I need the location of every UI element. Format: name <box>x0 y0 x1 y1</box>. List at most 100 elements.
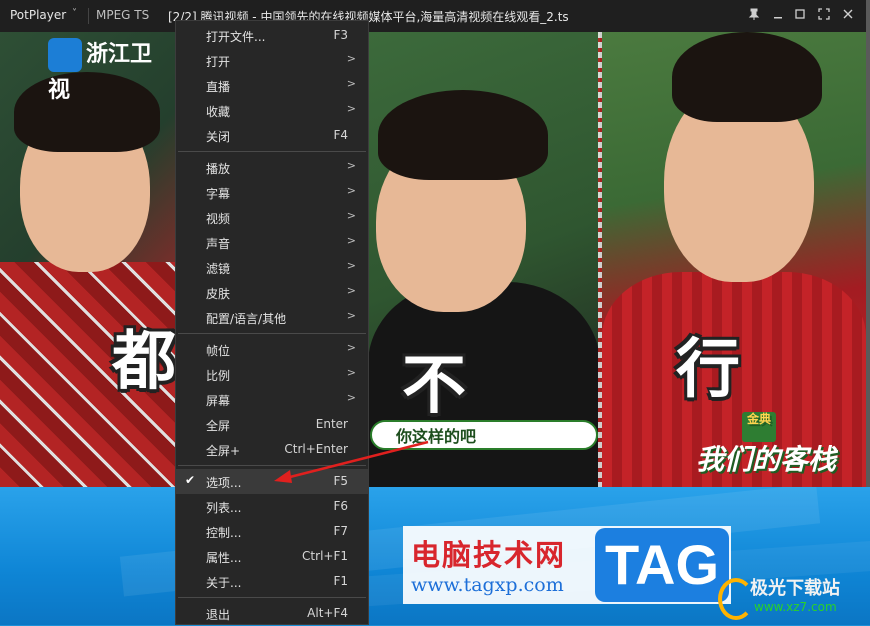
menu-item-label: 关于... <box>206 576 242 590</box>
caption-char: 不 <box>402 349 466 423</box>
app-menu-button[interactable]: PotPlayer <box>10 8 66 22</box>
watermark-url: www.tagxp.com <box>411 574 564 596</box>
annotation-arrow-icon <box>274 440 429 483</box>
menu-separator <box>178 333 366 334</box>
chevron-right-icon: > <box>346 234 356 247</box>
site-watermark: 电脑技术网 www.tagxp.com TAG <box>403 526 731 604</box>
window-edge <box>866 0 870 487</box>
menu-item-label: 皮肤 <box>206 287 231 301</box>
menu-item[interactable]: 退出 Alt+F4 <box>176 601 368 626</box>
aurora-logo-icon <box>718 578 754 620</box>
channel-logo: 浙江卫视 <box>48 36 168 103</box>
show-logo: 金典 我们的客栈 <box>696 408 836 487</box>
caption-char: 都 <box>112 325 176 399</box>
menu-item[interactable]: 皮肤 > <box>176 280 368 305</box>
video-panel-left: 浙江卫视 <box>0 32 180 487</box>
menu-item-shortcut: Ctrl+F1 <box>302 549 348 563</box>
menu-item-label: 播放 <box>206 162 231 176</box>
close-icon[interactable] <box>838 6 858 26</box>
minimize-icon[interactable] <box>768 6 788 26</box>
menu-item-label: 收藏 <box>206 105 231 119</box>
menu-item[interactable]: 视频 > <box>176 205 368 230</box>
person-hair <box>14 72 160 152</box>
menu-item[interactable]: 滤镜 > <box>176 255 368 280</box>
menu-item-label: 选项... <box>206 476 242 490</box>
menu-item[interactable]: 属性... Ctrl+F1 <box>176 544 368 569</box>
video-area[interactable]: 浙江卫视 都 不 行 你这样的吧 金典 我们的客栈 <box>0 32 866 487</box>
menu-item[interactable]: 播放 > <box>176 155 368 180</box>
menu-item-label: 帧位 <box>206 344 231 358</box>
menu-item-label: 关闭 <box>206 130 231 144</box>
zhejiang-tv-icon <box>48 38 82 72</box>
chevron-right-icon: > <box>346 391 356 404</box>
chevron-right-icon: > <box>346 159 356 172</box>
maximize-icon[interactable] <box>790 6 810 26</box>
tag-logo: TAG <box>595 528 729 602</box>
menu-item-label: 列表... <box>206 501 242 515</box>
chevron-right-icon: > <box>346 309 356 322</box>
menu-item-shortcut: F1 <box>333 574 348 588</box>
menu-item[interactable]: 全屏 Enter <box>176 412 368 437</box>
menu-item[interactable]: 配置/语言/其他 > <box>176 305 368 330</box>
menu-item[interactable]: 关闭 F4 <box>176 123 368 148</box>
menu-item[interactable]: 屏幕 > <box>176 387 368 412</box>
menu-item[interactable]: 列表... F6 <box>176 494 368 519</box>
chevron-right-icon: > <box>346 209 356 222</box>
show-title: 我们的客栈 <box>696 443 837 476</box>
menu-item[interactable]: 打开 > <box>176 48 368 73</box>
menu-item[interactable]: 关于... F1 <box>176 569 368 594</box>
menu-item-label: 屏幕 <box>206 394 231 408</box>
menu-item-label: 配置/语言/其他 <box>206 312 287 326</box>
menu-item-shortcut: Enter <box>315 417 348 431</box>
menu-item-label: 属性... <box>206 551 242 565</box>
menu-item-shortcut: F7 <box>333 524 348 538</box>
chevron-right-icon: > <box>346 259 356 272</box>
menu-item[interactable]: 直播 > <box>176 73 368 98</box>
menu-item-shortcut: F3 <box>333 28 348 42</box>
chevron-right-icon: > <box>346 77 356 90</box>
chevron-right-icon: > <box>346 284 356 297</box>
menu-item-shortcut: F4 <box>333 128 348 142</box>
menu-separator <box>178 597 366 598</box>
person-hair <box>378 90 548 180</box>
checkmark-icon: ✔ <box>185 473 196 487</box>
site-watermark-2: 极光下载站 www.xz7.com <box>714 572 864 622</box>
potplayer-window: PotPlayer ˅ MPEG TS [2/2] 腾讯视频 - 中国领先的在线… <box>0 0 866 487</box>
menu-separator <box>178 151 366 152</box>
chevron-down-icon[interactable]: ˅ <box>72 8 77 19</box>
menu-item-label: 全屏+ <box>206 444 241 458</box>
caption-char: 行 <box>676 333 740 407</box>
menu-item[interactable]: 打开文件... F3 <box>176 23 368 48</box>
codec-label: MPEG TS <box>96 8 150 22</box>
chevron-right-icon: > <box>346 102 356 115</box>
chevron-right-icon: > <box>346 52 356 65</box>
menu-item-label: 全屏 <box>206 419 231 433</box>
menu-item-label: 比例 <box>206 369 231 383</box>
fullscreen-icon[interactable] <box>814 6 834 26</box>
menu-item-label: 退出 <box>206 608 231 622</box>
menu-item[interactable]: 收藏 > <box>176 98 368 123</box>
menu-item-shortcut: Alt+F4 <box>307 606 348 620</box>
menu-item-label: 声音 <box>206 237 231 251</box>
menu-item-label: 打开文件... <box>206 30 266 44</box>
watermark-title: 电脑技术网 <box>411 538 567 572</box>
chevron-right-icon: > <box>346 184 356 197</box>
menu-item-label: 控制... <box>206 526 242 540</box>
menu-item[interactable]: 声音 > <box>176 230 368 255</box>
chevron-right-icon: > <box>346 366 356 379</box>
menu-item-label: 打开 <box>206 55 231 69</box>
pin-icon[interactable] <box>744 6 764 26</box>
menu-item-label: 滤镜 <box>206 262 231 276</box>
menu-item[interactable]: 帧位 > <box>176 337 368 362</box>
person-hair <box>672 32 822 122</box>
menu-item-label: 视频 <box>206 212 231 226</box>
menu-item[interactable]: 比例 > <box>176 362 368 387</box>
menu-item-label: 直播 <box>206 80 231 94</box>
menu-item[interactable]: 字幕 > <box>176 180 368 205</box>
watermark-url: www.xz7.com <box>754 600 837 614</box>
menu-item[interactable]: 控制... F7 <box>176 519 368 544</box>
divider <box>88 8 89 24</box>
title-bar[interactable]: PotPlayer ˅ MPEG TS [2/2] 腾讯视频 - 中国领先的在线… <box>0 0 866 32</box>
menu-item-shortcut: F6 <box>333 499 348 513</box>
watermark-title: 极光下载站 <box>750 578 840 599</box>
